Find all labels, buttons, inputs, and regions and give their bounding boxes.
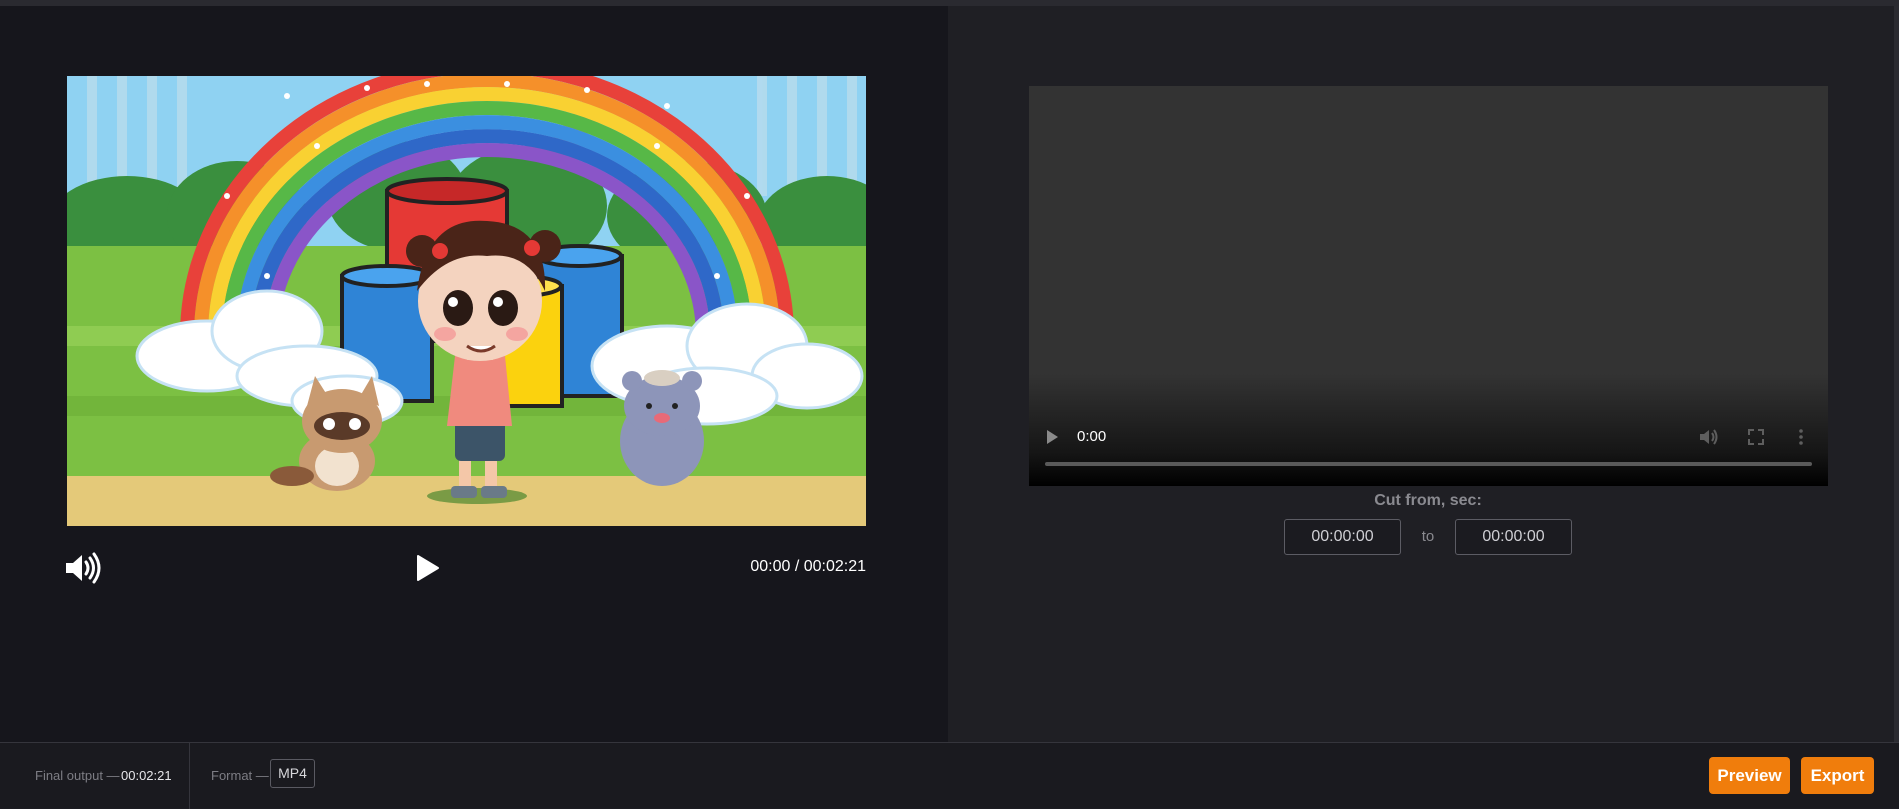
play-icon	[1047, 430, 1058, 444]
play-icon	[417, 555, 439, 581]
cut-range-label: Cut from, sec:	[1374, 492, 1482, 509]
player-play-button[interactable]	[1045, 429, 1059, 445]
footer-toolbar: Final output — 00:02:21 Format — MP4 Pre…	[0, 742, 1899, 809]
player-progress-bar[interactable]	[1045, 462, 1812, 466]
footer-divider	[189, 743, 190, 809]
more-vertical-icon	[1799, 429, 1803, 445]
fullscreen-icon	[1748, 429, 1764, 445]
preview-video-player[interactable]: 0:00	[1029, 86, 1828, 486]
player-volume-button[interactable]	[1699, 428, 1719, 446]
player-more-button[interactable]	[1797, 428, 1805, 446]
format-select[interactable]: MP4	[270, 759, 315, 788]
cut-range-separator: to	[1421, 528, 1435, 545]
cut-start-input[interactable]	[1284, 519, 1401, 555]
video-still-cartoon	[67, 76, 866, 526]
speaker-volume-icon	[66, 552, 101, 584]
final-output-label: Final output —	[35, 768, 120, 783]
scrollbar-track[interactable]	[1894, 6, 1899, 742]
play-button[interactable]	[412, 552, 442, 584]
format-label: Format —	[211, 768, 269, 783]
export-button[interactable]: Export	[1801, 757, 1874, 794]
final-output-duration: 00:02:21	[121, 768, 172, 783]
player-fullscreen-button[interactable]	[1747, 428, 1765, 446]
playback-timecode: 00:00 / 00:02:21	[750, 558, 866, 575]
preview-button[interactable]: Preview	[1709, 757, 1790, 794]
cut-end-input[interactable]	[1455, 519, 1572, 555]
volume-button[interactable]	[64, 552, 104, 584]
player-current-time: 0:00	[1077, 428, 1107, 445]
volume-icon	[1700, 429, 1718, 445]
source-video-frame[interactable]	[67, 76, 866, 526]
